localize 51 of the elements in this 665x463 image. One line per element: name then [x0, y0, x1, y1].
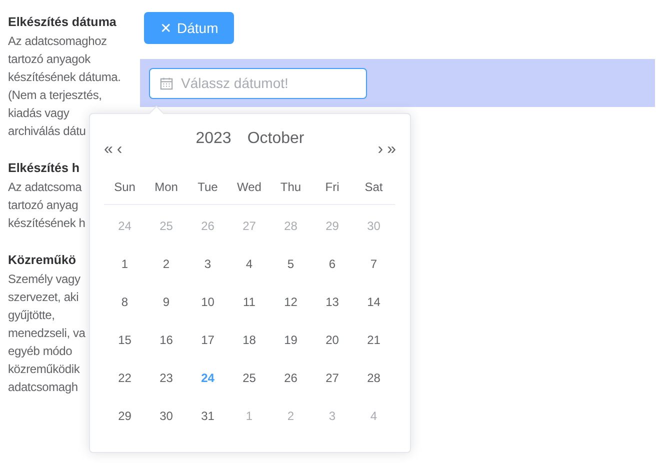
- calendar-day[interactable]: 30: [146, 397, 187, 435]
- calendar-day[interactable]: 22: [104, 359, 146, 397]
- calendar-day[interactable]: 3: [187, 245, 228, 283]
- calendar-day[interactable]: 15: [104, 321, 146, 359]
- calendar-day[interactable]: 20: [312, 321, 353, 359]
- calendar-day[interactable]: 21: [353, 321, 394, 359]
- weekday-label: Mon: [154, 179, 179, 196]
- next-year-button[interactable]: »: [385, 142, 398, 158]
- calendar-day[interactable]: 31: [187, 397, 228, 435]
- previous-month-button[interactable]: ‹: [114, 142, 124, 158]
- year-label[interactable]: 2023: [196, 130, 232, 148]
- weekday-label: Wed: [236, 179, 262, 196]
- calendar-day[interactable]: 26: [270, 359, 312, 397]
- weekday-label: Fri: [324, 179, 340, 196]
- calendar-day[interactable]: 19: [270, 321, 312, 359]
- calendar-day[interactable]: 23: [146, 359, 187, 397]
- calendar-day[interactable]: 1: [104, 245, 146, 283]
- field-description: Személy vagy szervezet, aki gyűjtötte, menedzseli, va egyéb módo közreműködik adatcsomagh: [8, 271, 86, 396]
- calendar-day[interactable]: 7: [353, 245, 394, 283]
- calendar-day[interactable]: 12: [270, 283, 312, 321]
- field-title: Elkészítés h: [8, 160, 80, 177]
- calendar-day[interactable]: 11: [228, 283, 270, 321]
- calendar-day[interactable]: 16: [146, 321, 187, 359]
- calendar-day[interactable]: 2: [146, 245, 187, 283]
- field-title: Közreműkö: [8, 252, 76, 269]
- field-description: Az adatcsomaghoz tartozó anyagok készítésének dátuma. (Nem a terjesztés, kiadás vagy archiválás dátu: [8, 33, 121, 140]
- calendar-day[interactable]: 13: [312, 283, 353, 321]
- calendar-day[interactable]: 6: [312, 245, 353, 283]
- previous-year-button[interactable]: «: [102, 142, 115, 158]
- calendar-day[interactable]: 9: [146, 283, 187, 321]
- calendar-day[interactable]: 18: [228, 321, 270, 359]
- next-month-button[interactable]: ›: [376, 142, 386, 158]
- weekday-label: Sat: [364, 179, 384, 196]
- weekday-label: Tue: [196, 179, 219, 196]
- calendar-day[interactable]: 5: [270, 245, 312, 283]
- calendar-day[interactable]: 27: [312, 359, 353, 397]
- calendar-day[interactable]: 17: [187, 321, 228, 359]
- calendar-day[interactable]: 4: [228, 245, 270, 283]
- calendar-day[interactable]: 29: [104, 397, 146, 435]
- weekday-label: Sun: [113, 179, 136, 196]
- weekday-label: Thu: [279, 179, 302, 196]
- calendar-day[interactable]: 8: [104, 283, 146, 321]
- calendar-day[interactable]: 25: [228, 359, 270, 397]
- month-label[interactable]: October: [247, 130, 304, 148]
- calendar-icon: [160, 76, 173, 90]
- field-title: Elkészítés dátuma: [8, 14, 116, 31]
- calendar-day[interactable]: 10: [187, 283, 228, 321]
- date-input-field[interactable]: Válassz dátumot!: [149, 68, 367, 98]
- calendar-day[interactable]: 14: [353, 283, 394, 321]
- field-description: Az adatcsoma tartozó anyag készítésének h: [8, 179, 86, 232]
- calendar-day[interactable]: 28: [353, 359, 394, 397]
